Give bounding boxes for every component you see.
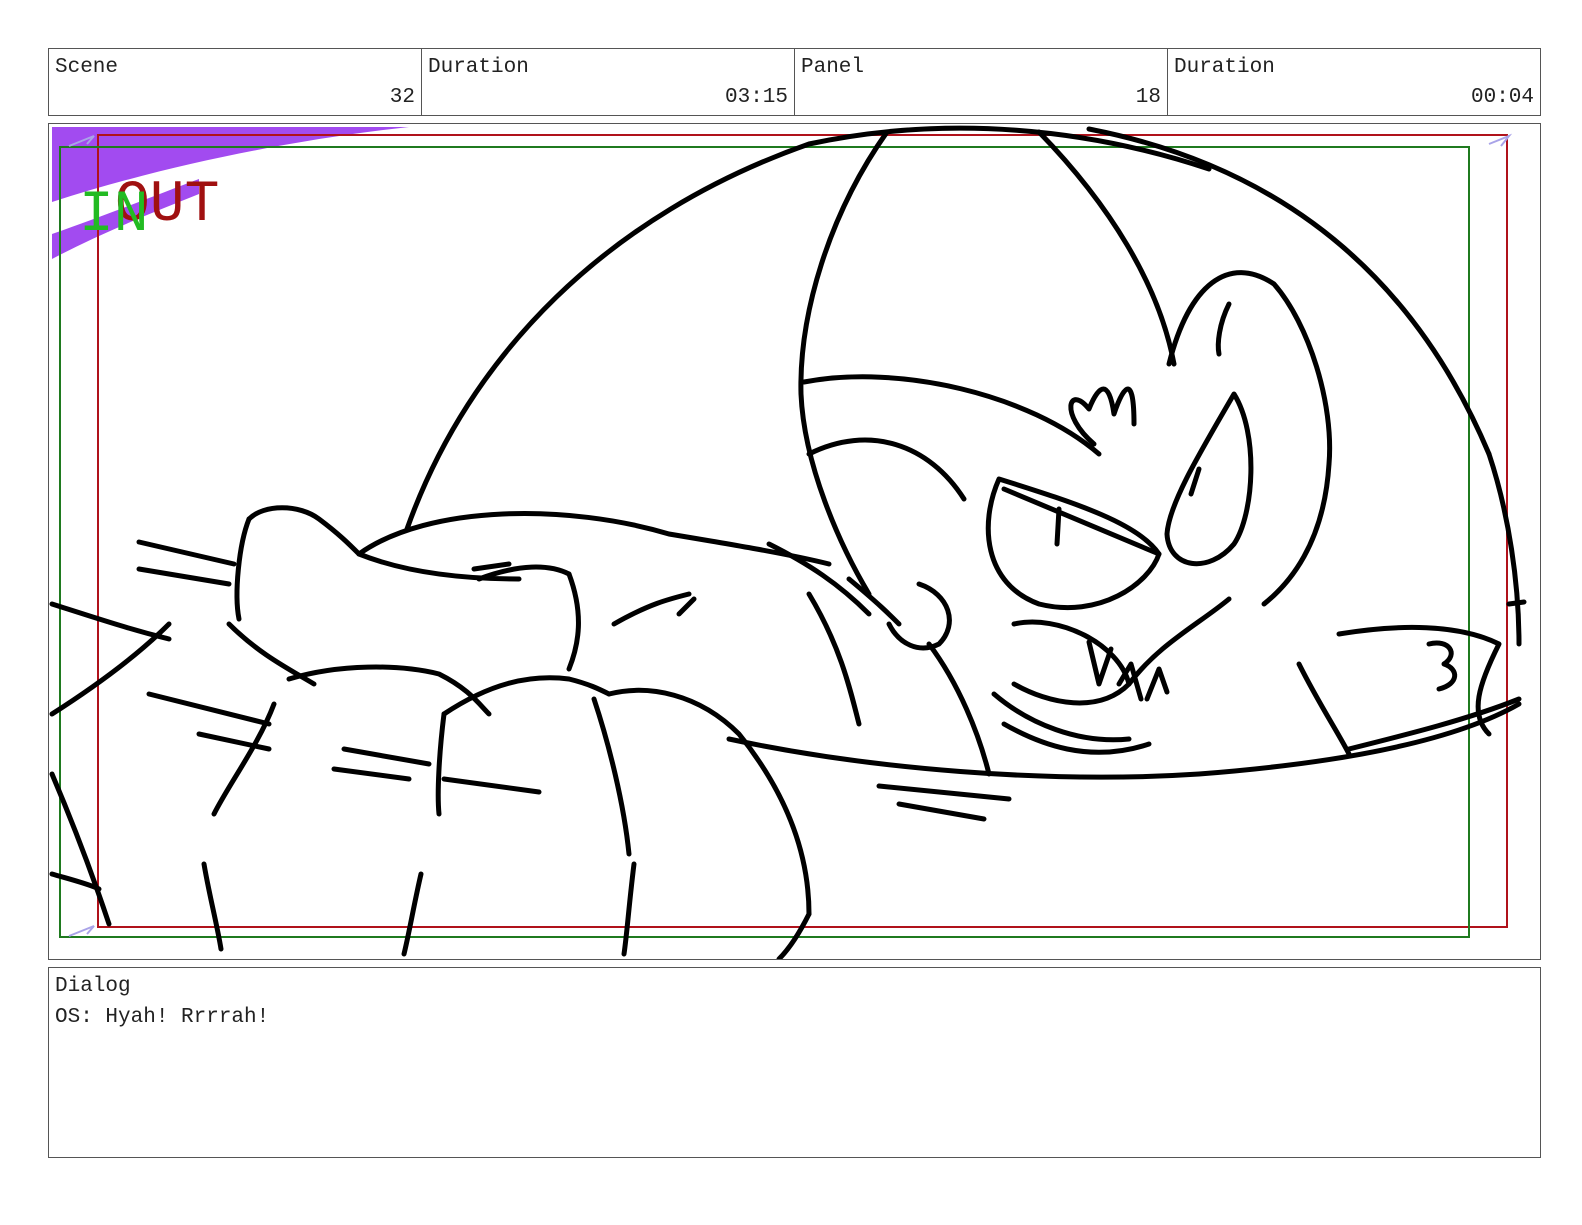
scene-label: Scene xyxy=(55,56,119,79)
dialog-label: Dialog xyxy=(55,975,131,998)
corner-arrow-bl xyxy=(68,925,95,937)
dialog-text: OS: Hyah! Rrrrah! xyxy=(55,1006,270,1029)
scene-duration-label: Duration xyxy=(428,56,529,79)
panel-duration-label: Duration xyxy=(1174,56,1275,79)
scene-duration-cell: Duration 03:15 xyxy=(422,49,795,115)
panel-label: Panel xyxy=(801,56,865,79)
out-frame xyxy=(97,134,1508,928)
scene-cell: Scene 32 xyxy=(49,49,422,115)
panel-duration-value: 00:04 xyxy=(1470,86,1534,109)
in-frame xyxy=(59,146,1470,938)
dialog-box: Dialog OS: Hyah! Rrrrah! xyxy=(48,967,1541,1158)
panel-duration-cell: Duration 00:04 xyxy=(1168,49,1540,115)
panel-info-header: Scene 32 Duration 03:15 Panel 18 Duratio… xyxy=(48,48,1541,116)
panel-cell: Panel 18 xyxy=(795,49,1168,115)
panel-drawing: OUT IN xyxy=(49,125,1527,959)
panel-number: 18 xyxy=(1135,86,1161,109)
scene-duration-value: 03:15 xyxy=(724,86,788,109)
scene-number: 32 xyxy=(389,86,415,109)
in-marker: IN xyxy=(79,183,149,248)
character-sketch xyxy=(49,125,1527,959)
storyboard-panel: OUT IN xyxy=(48,123,1541,960)
